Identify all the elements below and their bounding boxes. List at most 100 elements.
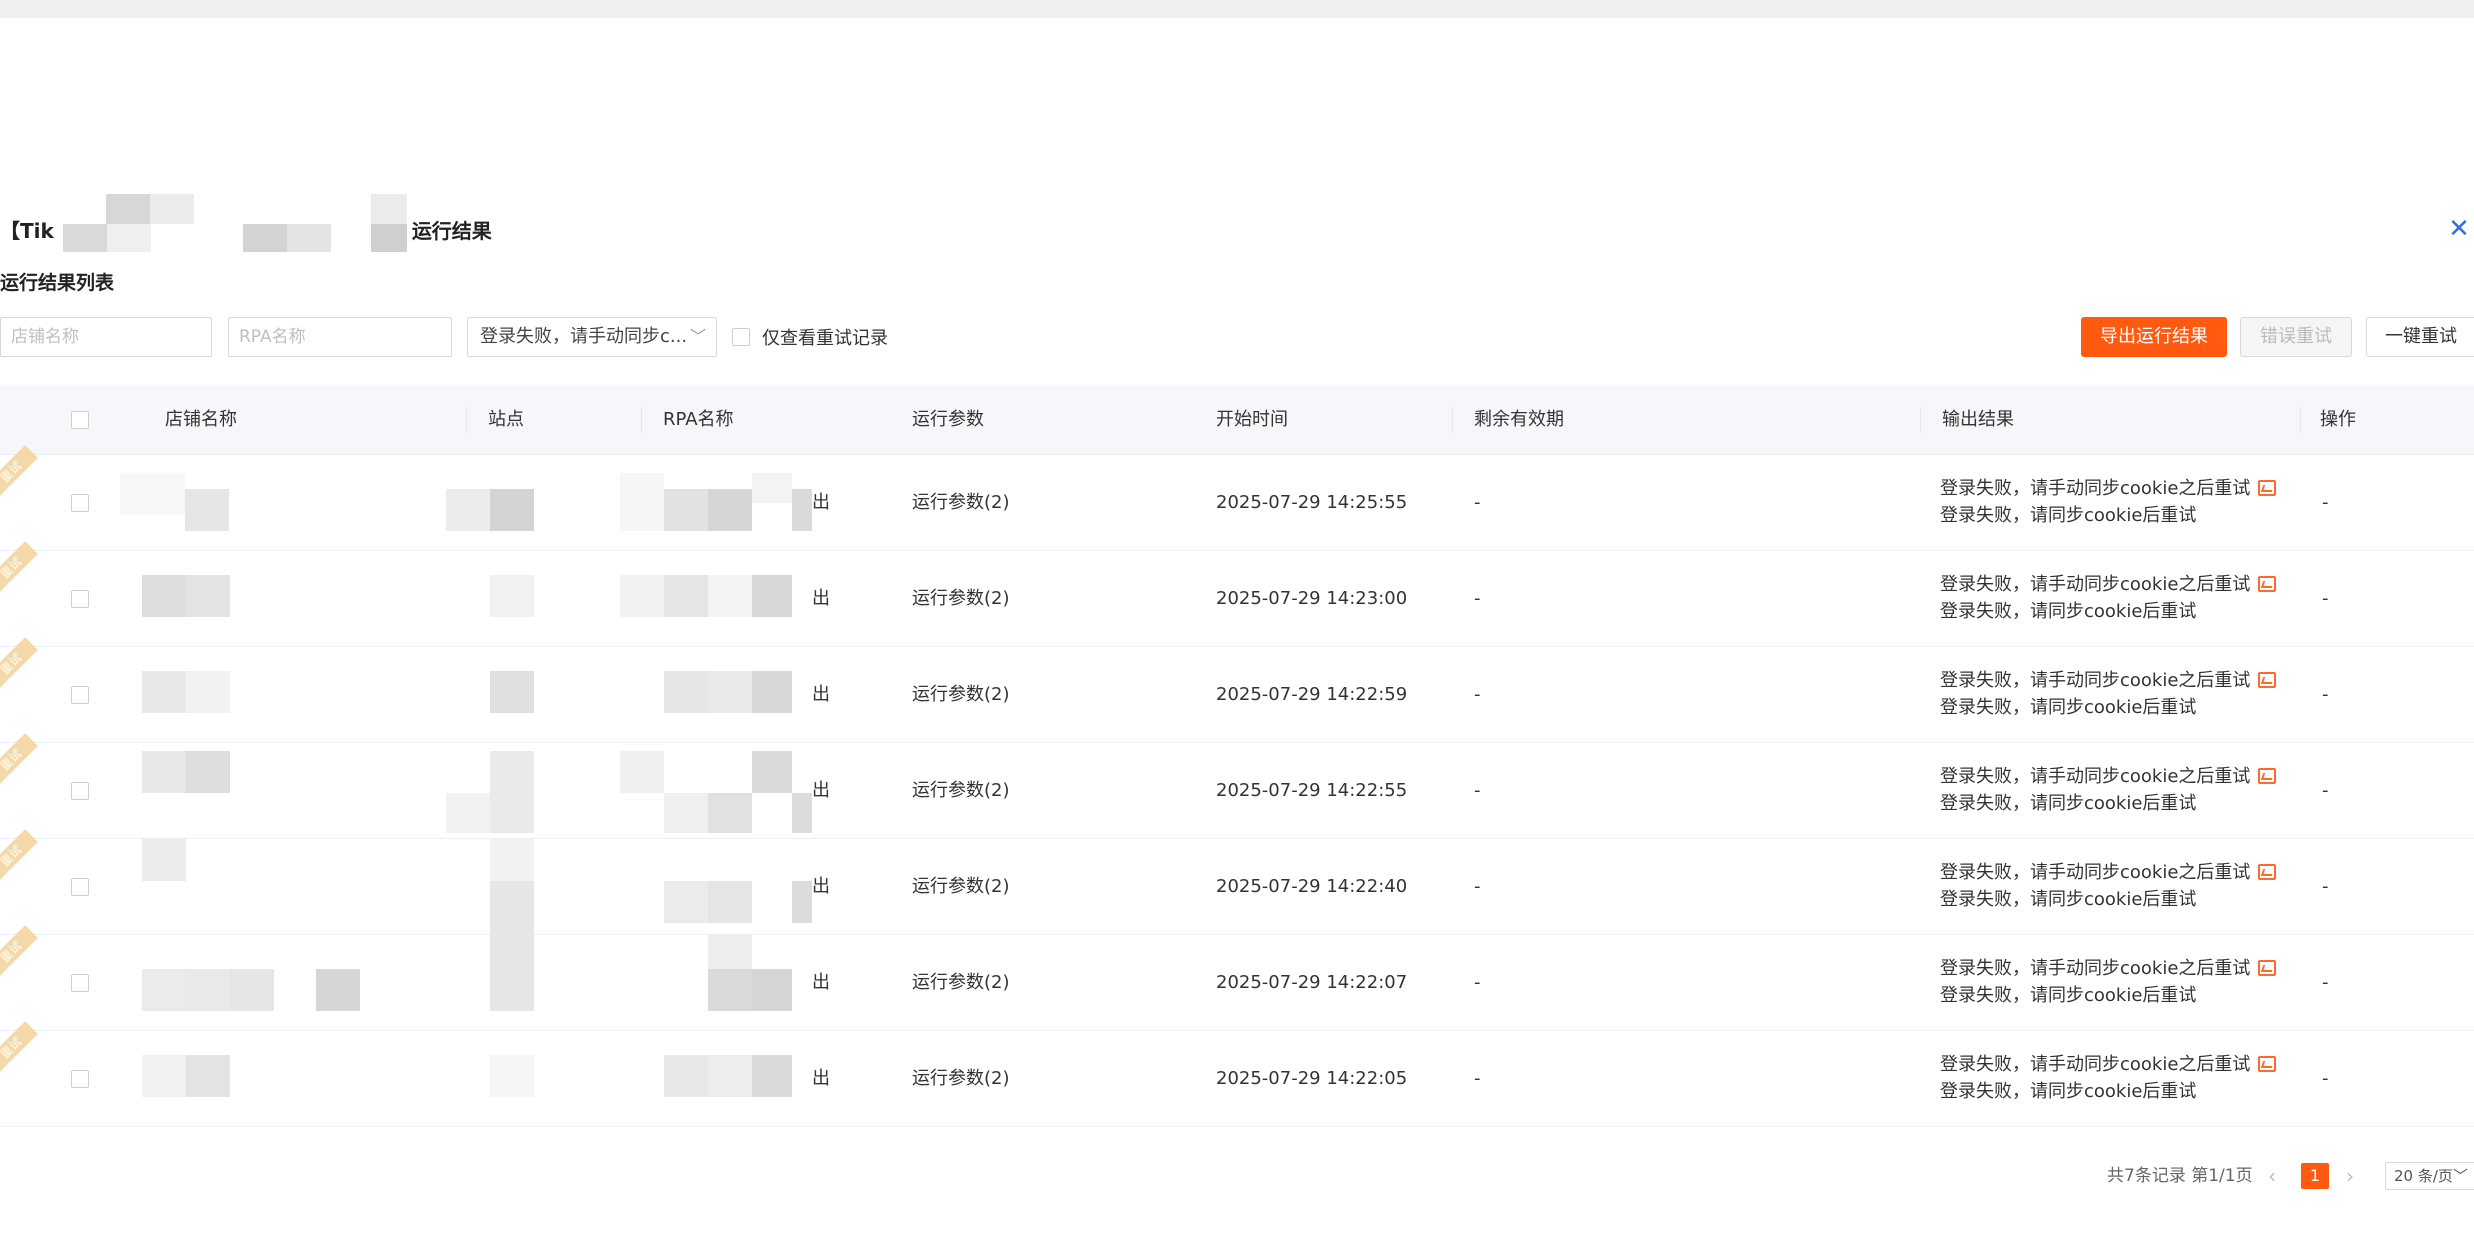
output-line-1: 登录失败，请手动同步cookie之后重试 — [1940, 958, 2251, 979]
remaining-validity: - — [1474, 684, 1481, 705]
rpa-name-suffix: 出 — [812, 684, 830, 705]
row-checkbox[interactable] — [71, 782, 89, 800]
page-size-select[interactable]: 20 条/页﹀ — [2385, 1162, 2474, 1190]
status-select-value: 登录失败，请手动同步c... — [480, 326, 688, 347]
row-checkbox[interactable] — [71, 878, 89, 896]
run-params-link[interactable]: 运行参数(2) — [912, 551, 1010, 647]
table-row: 重试 出 运行参数(2) 2025-07-29 14:22:40 - 登录失败，… — [0, 829, 2474, 935]
start-time: 2025-07-29 14:22:40 — [1216, 876, 1408, 897]
table-row: 重试 出 运行参数(2) 2025-07-29 14:23:00 - 登录失败，… — [0, 541, 2474, 647]
output-line-1: 登录失败，请手动同步cookie之后重试 — [1940, 670, 2251, 691]
row-action: - — [2322, 1068, 2329, 1089]
run-params-link[interactable]: 运行参数(2) — [912, 1031, 1010, 1127]
output-line-1: 登录失败，请手动同步cookie之后重试 — [1940, 1054, 2251, 1075]
table-row: 重试 出 运行参数(2) 2025-07-29 14:22:55 - 登录失败，… — [0, 733, 2474, 839]
top-bar — [0, 0, 2474, 18]
run-params-link[interactable]: 运行参数(2) — [912, 743, 1010, 839]
row-checkbox[interactable] — [71, 1070, 89, 1088]
start-time: 2025-07-29 14:22:55 — [1216, 780, 1408, 801]
image-icon[interactable] — [2258, 864, 2277, 880]
row-checkbox[interactable] — [71, 494, 89, 512]
filter-bar: 登录失败，请手动同步c... ﹀ 仅查看重试记录 导出运行结果 错误重试 一键重… — [0, 317, 2474, 357]
prev-page-icon[interactable]: ‹ — [2268, 1160, 2276, 1192]
retry-only-label: 仅查看重试记录 — [762, 328, 888, 349]
pagination: 共7条记录 第1/1页 ‹ 1 › 20 条/页﹀ — [0, 1160, 2474, 1192]
col-run-params: 运行参数 — [912, 409, 984, 430]
output-line-1: 登录失败，请手动同步cookie之后重试 — [1940, 574, 2251, 595]
table-row: 重试 出 运行参数(2) 2025-07-29 14:22:05 - 登录失败，… — [0, 1021, 2474, 1127]
retry-only-filter[interactable]: 仅查看重试记录 — [732, 317, 888, 357]
remaining-validity: - — [1474, 972, 1481, 993]
close-icon[interactable]: ✕ — [2444, 214, 2474, 244]
output-result: 登录失败，请手动同步cookie之后重试 登录失败，请同步cookie后重试 — [1940, 475, 2277, 529]
run-params-link[interactable]: 运行参数(2) — [912, 455, 1010, 551]
retry-all-button[interactable]: 一键重试 — [2366, 317, 2474, 357]
row-action: - — [2322, 780, 2329, 801]
rpa-name-suffix: 出 — [812, 1068, 830, 1089]
rpa-name-suffix: 出 — [812, 876, 830, 897]
row-action: - — [2322, 684, 2329, 705]
image-icon[interactable] — [2258, 480, 2277, 496]
redacted-title-block — [58, 194, 408, 252]
dialog-title: 【Tik 运行结果 — [0, 194, 492, 252]
rpa-name-input[interactable] — [228, 317, 452, 357]
output-line-2: 登录失败，请同步cookie后重试 — [1940, 505, 2197, 526]
row-checkbox[interactable] — [71, 974, 89, 992]
image-icon[interactable] — [2258, 960, 2277, 976]
col-output: 输出结果 — [1942, 409, 2014, 430]
output-line-1: 登录失败，请手动同步cookie之后重试 — [1940, 478, 2251, 499]
row-action: - — [2322, 588, 2329, 609]
retry-only-checkbox[interactable] — [732, 328, 750, 346]
run-params-link[interactable]: 运行参数(2) — [912, 839, 1010, 935]
output-line-2: 登录失败，请同步cookie后重试 — [1940, 985, 2197, 1006]
pagination-summary: 共7条记录 第1/1页 — [2107, 1166, 2253, 1186]
dialog-title-prefix: 【Tik — [0, 218, 54, 243]
image-icon[interactable] — [2258, 576, 2277, 592]
rpa-name-suffix: 出 — [812, 492, 830, 513]
col-shop-name: 店铺名称 — [165, 409, 237, 430]
remaining-validity: - — [1474, 1068, 1481, 1089]
remaining-validity: - — [1474, 588, 1481, 609]
output-result: 登录失败，请手动同步cookie之后重试 登录失败，请同步cookie后重试 — [1940, 859, 2277, 913]
image-icon[interactable] — [2258, 768, 2277, 784]
status-select[interactable]: 登录失败，请手动同步c... ﹀ — [467, 317, 717, 357]
start-time: 2025-07-29 14:25:55 — [1216, 492, 1408, 513]
output-result: 登录失败，请手动同步cookie之后重试 登录失败，请同步cookie后重试 — [1940, 955, 2277, 1009]
output-line-2: 登录失败，请同步cookie后重试 — [1940, 793, 2197, 814]
select-all-checkbox[interactable] — [71, 411, 89, 429]
output-line-2: 登录失败，请同步cookie后重试 — [1940, 1081, 2197, 1102]
col-actions: 操作 — [2320, 409, 2356, 430]
error-retry-button[interactable]: 错误重试 — [2240, 317, 2352, 357]
output-result: 登录失败，请手动同步cookie之后重试 登录失败，请同步cookie后重试 — [1940, 667, 2277, 721]
start-time: 2025-07-29 14:22:59 — [1216, 684, 1408, 705]
remaining-validity: - — [1474, 876, 1481, 897]
remaining-validity: - — [1474, 492, 1481, 513]
table-header: 店铺名称 站点 RPA名称 运行参数 开始时间 剩余有效期 输出结果 操作 — [0, 385, 2474, 455]
page-1-button[interactable]: 1 — [2301, 1163, 2329, 1189]
run-params-link[interactable]: 运行参数(2) — [912, 935, 1010, 1031]
image-icon[interactable] — [2258, 672, 2277, 688]
remaining-validity: - — [1474, 780, 1481, 801]
start-time: 2025-07-29 14:22:05 — [1216, 1068, 1408, 1089]
rpa-name-suffix: 出 — [812, 588, 830, 609]
rpa-name-suffix: 出 — [812, 972, 830, 993]
start-time: 2025-07-29 14:23:00 — [1216, 588, 1408, 609]
dialog-title-suffix: 运行结果 — [411, 218, 492, 243]
section-title: 运行结果列表 — [0, 272, 115, 294]
image-icon[interactable] — [2258, 1056, 2277, 1072]
col-start-time: 开始时间 — [1216, 409, 1288, 430]
table-row: 重试 出 运行参数(2) 2025-07-29 14:22:07 - 登录失败， — [0, 925, 2474, 1031]
output-line-2: 登录失败，请同步cookie后重试 — [1940, 697, 2197, 718]
output-result: 登录失败，请手动同步cookie之后重试 登录失败，请同步cookie后重试 — [1940, 571, 2277, 625]
output-line-2: 登录失败，请同步cookie后重试 — [1940, 601, 2197, 622]
row-checkbox[interactable] — [71, 590, 89, 608]
shop-name-input[interactable] — [0, 317, 212, 357]
row-checkbox[interactable] — [71, 686, 89, 704]
run-params-link[interactable]: 运行参数(2) — [912, 647, 1010, 743]
next-page-icon[interactable]: › — [2346, 1160, 2354, 1192]
col-remaining-validity: 剩余有效期 — [1474, 409, 1564, 430]
export-results-button[interactable]: 导出运行结果 — [2081, 317, 2227, 357]
results-table: 店铺名称 站点 RPA名称 运行参数 开始时间 剩余有效期 输出结果 操作 重试 — [0, 385, 2474, 1127]
output-line-2: 登录失败，请同步cookie后重试 — [1940, 889, 2197, 910]
row-action: - — [2322, 876, 2329, 897]
